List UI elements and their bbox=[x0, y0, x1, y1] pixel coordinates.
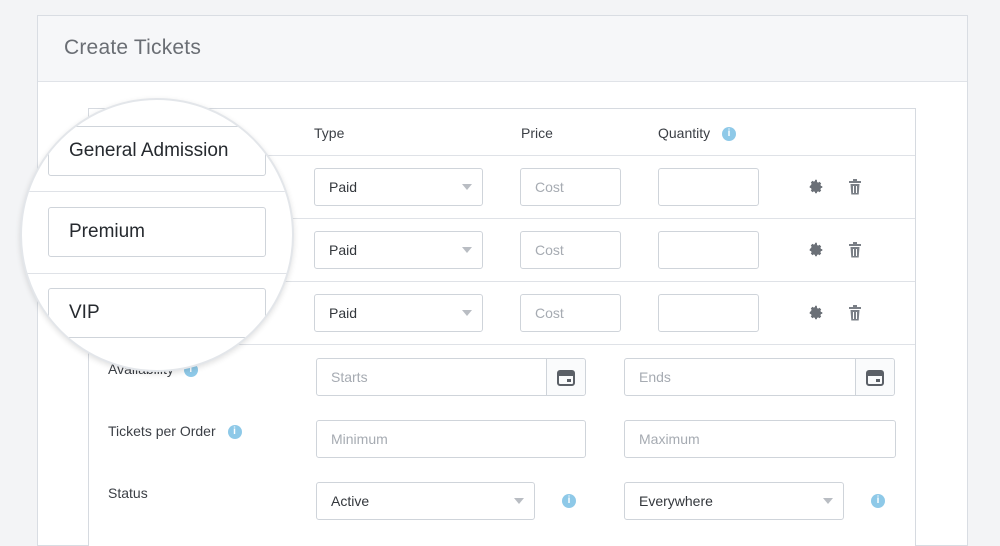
magnifier-loupe: General Admission Premium VIP bbox=[20, 98, 294, 372]
quantity-input[interactable] bbox=[658, 294, 759, 332]
column-header-quantity: Quantity i bbox=[658, 125, 737, 142]
ticket-type-value: Paid bbox=[329, 242, 358, 258]
column-header-type: Type bbox=[314, 125, 345, 141]
calendar-icon bbox=[866, 370, 884, 386]
ticket-type-select[interactable]: Paid bbox=[314, 294, 483, 332]
row-divider bbox=[22, 191, 292, 192]
calendar-icon bbox=[557, 370, 575, 386]
quantity-input[interactable] bbox=[658, 168, 759, 206]
ticket-type-select[interactable]: Paid bbox=[314, 231, 483, 269]
trash-icon[interactable] bbox=[848, 179, 862, 195]
info-icon[interactable]: i bbox=[227, 425, 242, 440]
start-placeholder: Starts bbox=[331, 369, 368, 385]
price-input[interactable]: Cost bbox=[520, 294, 621, 332]
price-input[interactable]: Cost bbox=[520, 168, 621, 206]
panel-header: Create Tickets bbox=[38, 16, 967, 82]
ticket-name-input[interactable]: VIP bbox=[48, 288, 266, 338]
status-label: Status bbox=[108, 485, 148, 501]
status-select[interactable]: Active bbox=[316, 482, 535, 520]
availability-end-input[interactable]: Ends bbox=[624, 358, 895, 396]
end-placeholder: Ends bbox=[639, 369, 671, 385]
chevron-down-icon bbox=[462, 184, 472, 190]
minimum-input[interactable]: Minimum bbox=[316, 420, 586, 458]
chevron-down-icon bbox=[823, 498, 833, 504]
tickets-per-order-label-text: Tickets per Order bbox=[108, 423, 216, 439]
gear-icon[interactable] bbox=[808, 305, 824, 321]
ticket-type-value: Paid bbox=[329, 179, 358, 195]
visibility-select[interactable]: Everywhere bbox=[624, 482, 844, 520]
row-divider bbox=[22, 273, 292, 274]
quantity-input[interactable] bbox=[658, 231, 759, 269]
column-header-quantity-label: Quantity bbox=[658, 125, 711, 141]
visibility-value: Everywhere bbox=[639, 493, 713, 509]
gear-icon[interactable] bbox=[808, 242, 824, 258]
column-header-price: Price bbox=[521, 125, 553, 141]
tickets-per-order-label: Tickets per Order i bbox=[108, 423, 242, 440]
chevron-down-icon bbox=[462, 310, 472, 316]
maximum-input[interactable]: Maximum bbox=[624, 420, 896, 458]
price-input[interactable]: Cost bbox=[520, 231, 621, 269]
trash-icon[interactable] bbox=[848, 242, 862, 258]
page-title: Create Tickets bbox=[64, 36, 202, 59]
calendar-button[interactable] bbox=[855, 359, 894, 395]
ticket-type-value: Paid bbox=[329, 305, 358, 321]
info-icon[interactable]: i bbox=[722, 127, 737, 142]
trash-icon[interactable] bbox=[848, 305, 862, 321]
info-icon[interactable]: i bbox=[871, 494, 885, 508]
ticket-name-input[interactable]: General Admission bbox=[48, 126, 266, 176]
calendar-button[interactable] bbox=[546, 359, 585, 395]
gear-icon[interactable] bbox=[808, 179, 824, 195]
chevron-down-icon bbox=[462, 247, 472, 253]
chevron-down-icon bbox=[514, 498, 524, 504]
status-value: Active bbox=[331, 493, 370, 509]
ticket-name-input[interactable]: Premium bbox=[48, 207, 266, 257]
ticket-type-select[interactable]: Paid bbox=[314, 168, 483, 206]
availability-start-input[interactable]: Starts bbox=[316, 358, 586, 396]
info-icon[interactable]: i bbox=[562, 494, 576, 508]
